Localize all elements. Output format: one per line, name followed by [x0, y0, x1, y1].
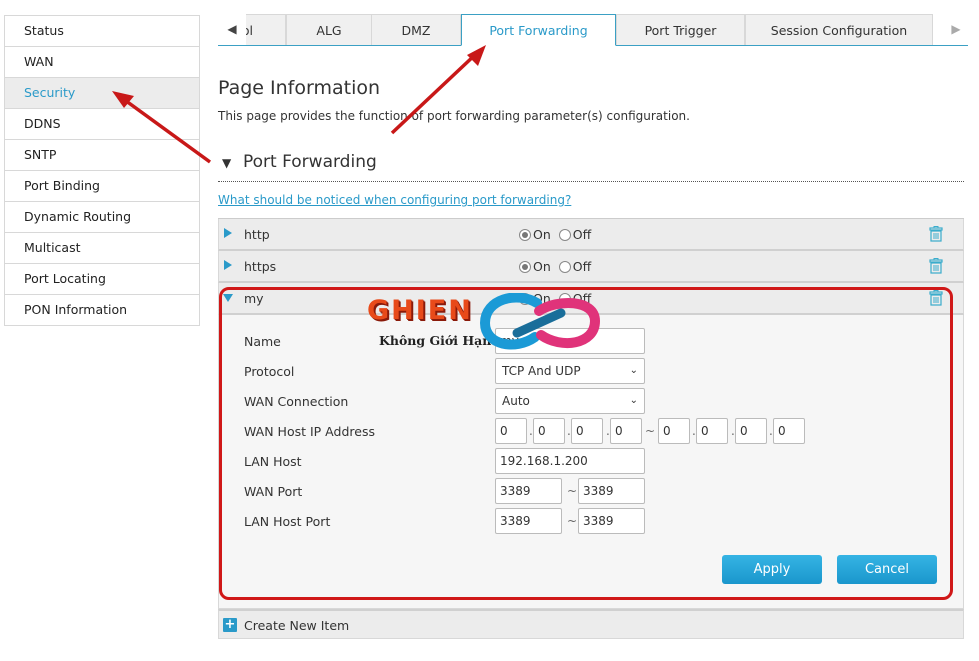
protocol-select[interactable]: TCP And UDP ⌄ [495, 358, 645, 384]
collapse-arrow-icon[interactable] [223, 294, 233, 302]
form-row-lan-host-port: LAN Host Port ~ [244, 508, 944, 534]
port-forwarding-rules: http On Off https On Off my On Off Name … [218, 218, 964, 639]
create-new-item-label: Create New Item [244, 618, 350, 633]
radio-on-label: On [533, 259, 551, 274]
lan-host-port-end-input[interactable] [578, 508, 645, 534]
expand-arrow-icon[interactable] [224, 260, 232, 270]
wan-host-ip-start-octet-4[interactable] [610, 418, 642, 444]
radio-off-label: Off [572, 227, 592, 242]
rule-edit-panel: Name Protocol TCP And UDP ⌄ WAN Connectio… [218, 315, 964, 609]
name-input[interactable] [495, 328, 645, 354]
page-title: Page Information [218, 77, 381, 99]
radio-on[interactable]: On [519, 291, 551, 306]
page-description: This page provides the function of port … [218, 109, 690, 123]
range-tilde: ~ [567, 514, 578, 528]
cancel-button[interactable]: Cancel [837, 555, 937, 584]
form-row-name: Name [244, 328, 944, 354]
tab-dmz[interactable]: DMZ [371, 14, 461, 45]
sidebar-item-multicast[interactable]: Multicast [5, 233, 199, 264]
rule-name: http [244, 227, 270, 242]
tab-scroll-left-icon[interactable]: ◀ [218, 14, 246, 45]
radio-off[interactable]: Off [558, 291, 592, 306]
sidebar-item-sntp[interactable]: SNTP [5, 140, 199, 171]
create-new-item-button[interactable]: + Create New Item [218, 609, 964, 639]
section-header[interactable]: ▼ Port Forwarding [218, 152, 964, 182]
wan-host-ip-start-octet-3[interactable] [571, 418, 603, 444]
tab-scroll-right-icon[interactable]: ▶ [942, 14, 970, 45]
form-row-wan-host-ip: WAN Host IP Address . . . ~ . . . [244, 418, 944, 444]
lan-host-input[interactable] [495, 448, 645, 474]
tab-bar: ol ◀ ALG DMZ Port Forwarding Port Trigge… [218, 14, 970, 46]
radio-on-indicator[interactable] [519, 228, 531, 241]
plus-icon: + [223, 617, 237, 632]
wan-connection-label: WAN Connection [244, 394, 349, 409]
sidebar-item-dynamic-routing[interactable]: Dynamic Routing [5, 202, 199, 233]
radio-on[interactable]: On [519, 259, 551, 274]
tab-alg[interactable]: ALG [286, 14, 372, 45]
radio-off-indicator[interactable] [558, 260, 571, 273]
wan-host-ip-start-octet-2[interactable] [533, 418, 565, 444]
form-row-lan-host: LAN Host [244, 448, 944, 474]
wan-port-end-input[interactable] [578, 478, 645, 504]
form-row-wan-port: WAN Port ~ [244, 478, 944, 504]
form-row-protocol: Protocol TCP And UDP ⌄ [244, 358, 944, 384]
protocol-label: Protocol [244, 364, 295, 379]
form-row-wan-connection: WAN Connection Auto ⌄ [244, 388, 944, 414]
rule-name: https [244, 259, 277, 274]
trash-icon[interactable] [929, 290, 943, 306]
radio-on-indicator[interactable] [519, 292, 531, 305]
wan-connection-selected-value: Auto [502, 394, 530, 408]
sidebar-item-ddns[interactable]: DDNS [5, 109, 199, 140]
sidebar-nav: Status WAN Security DDNS SNTP Port Bindi… [4, 15, 200, 326]
trash-icon[interactable] [929, 226, 943, 242]
lan-host-label: LAN Host [244, 454, 302, 469]
wan-host-ip-end-octet-3[interactable] [735, 418, 767, 444]
radio-off-label: Off [572, 291, 592, 306]
section-title: Port Forwarding [243, 152, 377, 172]
protocol-selected-value: TCP And UDP [502, 364, 581, 378]
tab-port-trigger[interactable]: Port Trigger [616, 14, 745, 45]
sidebar-item-status[interactable]: Status [5, 16, 199, 47]
sidebar-item-security[interactable]: Security [5, 78, 199, 109]
tab-port-forwarding[interactable]: Port Forwarding [461, 14, 616, 46]
help-link[interactable]: What should be noticed when configuring … [218, 193, 571, 207]
wan-host-ip-end-octet-1[interactable] [658, 418, 690, 444]
wan-host-ip-label: WAN Host IP Address [244, 424, 375, 439]
sidebar-item-port-locating[interactable]: Port Locating [5, 264, 199, 295]
radio-on-indicator[interactable] [519, 260, 531, 273]
wan-connection-select[interactable]: Auto ⌄ [495, 388, 645, 414]
radio-off-label: Off [572, 259, 592, 274]
tab-session-configuration[interactable]: Session Configuration [745, 14, 933, 45]
radio-on-label: On [533, 291, 551, 306]
expand-arrow-icon[interactable] [224, 228, 232, 238]
rule-row[interactable]: http On Off [218, 219, 964, 251]
trash-icon[interactable] [929, 258, 943, 274]
radio-off[interactable]: Off [558, 227, 592, 242]
chevron-down-icon: ⌄ [629, 365, 638, 376]
sidebar-item-pon-information[interactable]: PON Information [5, 295, 199, 326]
wan-host-ip-end-octet-4[interactable] [773, 418, 805, 444]
wan-port-label: WAN Port [244, 484, 303, 499]
radio-off[interactable]: Off [558, 259, 592, 274]
sidebar-item-port-binding[interactable]: Port Binding [5, 171, 199, 202]
radio-off-indicator[interactable] [558, 292, 571, 305]
rule-row-expanded[interactable]: my On Off [218, 283, 964, 315]
range-tilde: ~ [645, 424, 656, 438]
sidebar-item-wan[interactable]: WAN [5, 47, 199, 78]
rule-name: my [244, 291, 264, 306]
radio-on[interactable]: On [519, 227, 551, 242]
chevron-down-icon: ⌄ [629, 395, 638, 406]
lan-host-port-label: LAN Host Port [244, 514, 331, 529]
wan-host-ip-end-octet-2[interactable] [696, 418, 728, 444]
apply-button[interactable]: Apply [722, 555, 822, 584]
wan-host-ip-start-octet-1[interactable] [495, 418, 527, 444]
radio-off-indicator[interactable] [558, 228, 571, 241]
wan-port-start-input[interactable] [495, 478, 562, 504]
name-label: Name [244, 334, 281, 349]
radio-on-label: On [533, 227, 551, 242]
range-tilde: ~ [567, 484, 578, 498]
rule-row[interactable]: https On Off [218, 251, 964, 283]
collapse-triangle-icon[interactable]: ▼ [222, 156, 231, 170]
lan-host-port-start-input[interactable] [495, 508, 562, 534]
